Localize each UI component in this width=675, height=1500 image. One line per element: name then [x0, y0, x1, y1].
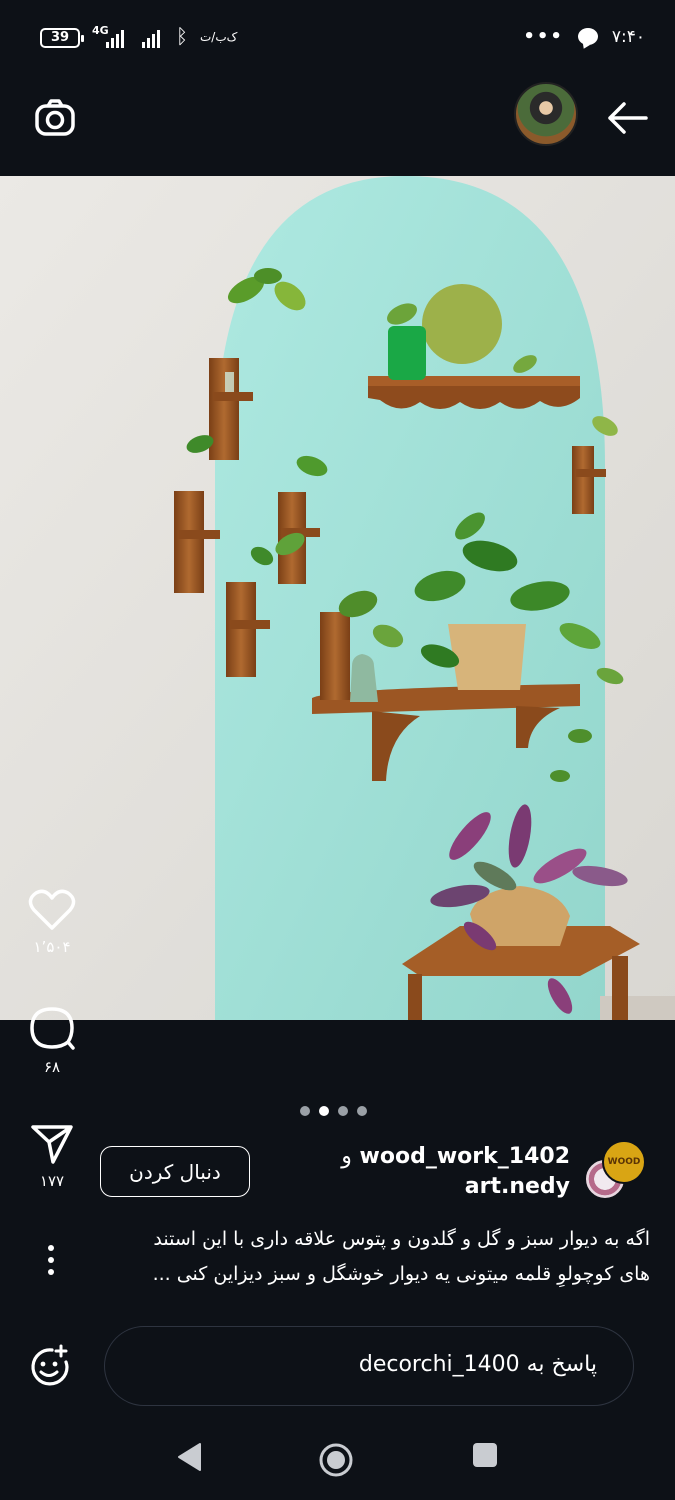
like-count: ۱٬۵۰۴	[33, 938, 71, 956]
arrow-right-icon[interactable]	[604, 98, 650, 138]
follow-button[interactable]: دنبال کردن	[100, 1146, 250, 1197]
clock: ۷:۴۰	[611, 26, 645, 47]
comment-count: ۶۸	[43, 1058, 61, 1076]
heart-icon[interactable]	[28, 888, 76, 932]
comment-action[interactable]: ۶۸	[22, 1004, 82, 1076]
system-nav-bar	[0, 1420, 675, 1500]
post-authors: و wood_work_1402 art.nedy	[335, 1142, 570, 1202]
carousel-dot	[300, 1106, 310, 1116]
post-photo[interactable]	[0, 176, 675, 1020]
carousel-dot	[338, 1106, 348, 1116]
post-caption[interactable]: اگه به دیوار سبز و گل و گلدون و پتوس علا…	[90, 1222, 650, 1292]
caption-line: اگه به دیوار سبز و گل و گلدون و پتوس علا…	[153, 1228, 650, 1250]
more-notifications: •••	[523, 26, 564, 47]
comment-icon[interactable]	[28, 1004, 76, 1052]
reply-bar: پاسخ به decorchi_1400	[0, 1326, 675, 1406]
status-bar: 39 4G ᛒ ک‌ب/ت ••• ۷:۴۰	[0, 0, 675, 76]
share-action[interactable]: ۱۷۷	[22, 1122, 82, 1190]
nav-home-icon[interactable]	[318, 1442, 354, 1478]
author-avatars[interactable]: WOOD	[584, 1140, 646, 1202]
nav-recents-icon[interactable]	[472, 1442, 498, 1468]
more-vertical-icon[interactable]	[36, 1242, 66, 1278]
camera-icon[interactable]	[34, 98, 76, 140]
signal-icon	[106, 28, 124, 48]
caption-line: های کوچولوِ قلمه میتونی یه دیوار خوشگل و…	[152, 1263, 650, 1285]
username-primary[interactable]: wood_work_1402	[360, 1144, 570, 1169]
and-word: و	[341, 1144, 352, 1169]
emoji-add-icon[interactable]	[28, 1344, 70, 1386]
signal-icon-2	[142, 28, 160, 48]
share-count: ۱۷۷	[39, 1172, 65, 1190]
send-icon[interactable]	[29, 1122, 75, 1166]
carrier-name: ک‌ب/ت	[200, 30, 238, 44]
story-author-avatar[interactable]	[514, 82, 578, 146]
battery-indicator: 39	[40, 28, 84, 48]
username-secondary[interactable]: art.nedy	[335, 1172, 570, 1202]
author-avatar-1[interactable]: WOOD	[602, 1140, 646, 1184]
bluetooth-icon: ᛒ	[176, 24, 188, 48]
like-action[interactable]: ۱٬۵۰۴	[22, 888, 82, 956]
reply-input[interactable]: پاسخ به decorchi_1400	[104, 1326, 634, 1406]
carousel-dot	[357, 1106, 367, 1116]
top-bar	[0, 76, 675, 176]
carousel-indicator	[300, 1106, 367, 1116]
chat-notification-icon	[577, 28, 598, 45]
carousel-dot-active	[319, 1106, 329, 1116]
nav-back-icon[interactable]	[176, 1442, 202, 1472]
